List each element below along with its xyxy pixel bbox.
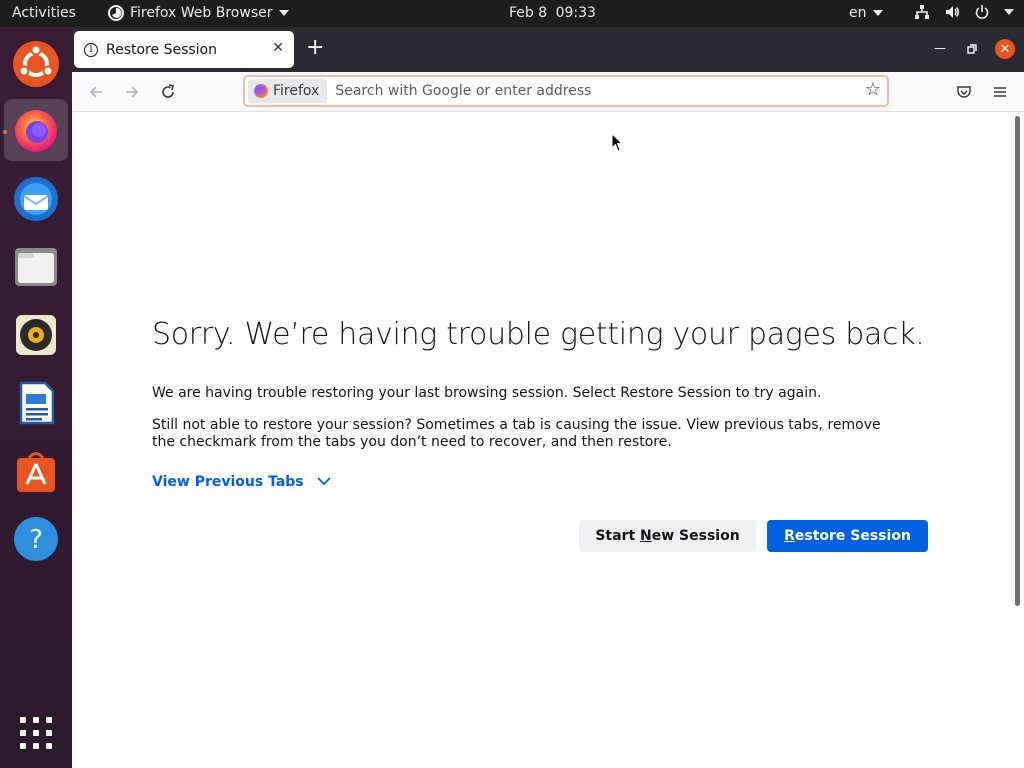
- mouse-cursor-icon: [611, 133, 623, 152]
- rhythmbox-icon: [16, 315, 56, 355]
- tab-restore-session[interactable]: i Restore Session ✕: [74, 31, 294, 68]
- identity-box[interactable]: Firefox: [248, 79, 328, 103]
- bookmark-star-icon[interactable]: ☆: [865, 79, 881, 100]
- page-title: Sorry. We’re having trouble getting your…: [152, 317, 925, 352]
- reload-button[interactable]: [156, 80, 180, 104]
- show-applications-button[interactable]: [4, 702, 68, 764]
- top-bar: Activities Firefox Web Browser Feb 8 09:…: [0, 0, 1024, 27]
- volume-icon: [946, 6, 959, 18]
- firefox-app-icon: [108, 5, 124, 21]
- dock-firefox[interactable]: [4, 99, 68, 161]
- info-icon: i: [84, 42, 98, 57]
- system-menu[interactable]: [914, 4, 1014, 20]
- pocket-icon: [957, 86, 971, 98]
- language-indicator[interactable]: en: [849, 5, 883, 21]
- search-input[interactable]: Search with Google or enter address: [335, 83, 591, 99]
- grid-icon: [20, 717, 52, 749]
- start-new-label-prefix: Start: [595, 528, 641, 544]
- dock-libreoffice-writer[interactable]: [4, 372, 68, 434]
- dock-ubuntu[interactable]: [4, 33, 68, 95]
- firefox-icon: [254, 84, 268, 98]
- language-label: en: [849, 5, 867, 21]
- maximize-button[interactable]: [967, 44, 977, 54]
- pocket-button[interactable]: [952, 80, 976, 104]
- tab-close-button[interactable]: ✕: [272, 40, 284, 56]
- thunderbird-icon: [14, 177, 58, 221]
- power-icon: [975, 5, 989, 19]
- tab-strip: i Restore Session ✕ + — ✕: [72, 27, 1024, 72]
- dock-help[interactable]: ?: [4, 508, 68, 570]
- scrollbar[interactable]: [1015, 116, 1020, 606]
- start-new-label-suffix: ew Session: [651, 528, 740, 544]
- view-previous-tabs-link[interactable]: View Previous Tabs: [152, 474, 304, 490]
- reload-icon: [162, 84, 174, 98]
- app-menu[interactable]: Firefox Web Browser: [108, 5, 289, 21]
- start-new-accesskey: N: [640, 528, 652, 544]
- hamburger-menu-icon: [994, 87, 1006, 97]
- help-icon: ?: [14, 517, 58, 561]
- chevron-down-icon[interactable]: [316, 473, 332, 489]
- dock-thunderbird[interactable]: [4, 168, 68, 230]
- arrow-right-icon: [126, 86, 139, 98]
- software-center-icon: [17, 452, 55, 492]
- clock-date: Feb 8: [509, 5, 548, 21]
- chevron-down-icon: [872, 10, 883, 16]
- forward-button[interactable]: [120, 80, 144, 104]
- restore-session-button[interactable]: Restore Session: [767, 520, 928, 552]
- error-description: We are having trouble restoring your las…: [152, 385, 822, 401]
- dock-rhythmbox[interactable]: [4, 304, 68, 366]
- chevron-down-icon: [1004, 9, 1014, 15]
- arrow-left-icon: [89, 86, 102, 98]
- window-close-button[interactable]: ✕: [995, 39, 1015, 59]
- restore-accesskey: R: [784, 528, 795, 544]
- error-help-text: Still not able to restore your session? …: [152, 417, 881, 450]
- tab-title: Restore Session: [106, 41, 217, 58]
- network-icon: [915, 5, 929, 19]
- app-menu-label: Firefox Web Browser: [130, 5, 273, 21]
- chevron-down-icon: [278, 10, 289, 16]
- clock-time: 09:33: [555, 5, 596, 21]
- url-bar[interactable]: Firefox Search with Google or enter addr…: [243, 75, 889, 107]
- files-icon: [15, 248, 57, 286]
- minimize-button[interactable]: —: [934, 41, 946, 55]
- dock: ?: [0, 27, 72, 768]
- firefox-icon: [15, 110, 57, 152]
- clock[interactable]: Feb 8 09:33: [509, 5, 596, 21]
- navigation-toolbar: Firefox Search with Google or enter addr…: [72, 72, 1024, 112]
- activities-button[interactable]: Activities: [12, 5, 76, 21]
- new-tab-button[interactable]: +: [306, 37, 324, 59]
- restore-label-suffix: estore Session: [794, 528, 911, 544]
- svg-text:?: ?: [29, 525, 43, 555]
- dock-ubuntu-software[interactable]: [4, 440, 68, 502]
- writer-icon: [19, 381, 55, 425]
- start-new-session-button[interactable]: Start New Session: [579, 520, 756, 552]
- ubuntu-logo-icon: [13, 41, 59, 87]
- menu-button[interactable]: [988, 80, 1012, 104]
- identity-label: Firefox: [273, 83, 320, 99]
- dock-files[interactable]: [4, 236, 68, 298]
- back-button[interactable]: [84, 80, 108, 104]
